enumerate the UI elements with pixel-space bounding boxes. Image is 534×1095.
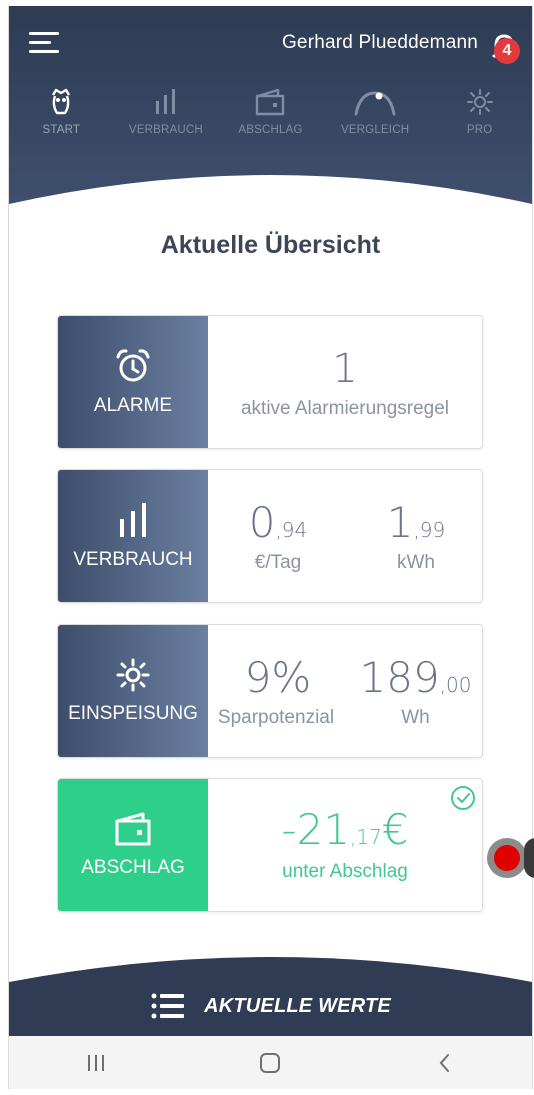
card-verbrauch-label: VERBRAUCH	[73, 549, 193, 570]
user-name[interactable]: Gerhard Plueddemann	[282, 32, 478, 54]
savings-percent: 9%	[244, 653, 312, 702]
back-chevron-icon	[439, 1053, 449, 1072]
card-einspeisung-body: 9% Sparpotenzial 189,00 Wh	[208, 625, 482, 757]
card-verbrauch[interactable]: VERBRAUCH 0,94 €/Tag 1,99 kWh	[57, 469, 483, 603]
current-values-label: AKTUELLE WERTE	[204, 994, 391, 1017]
nav-start[interactable]: START	[9, 84, 114, 150]
screen-record-indicator[interactable]	[487, 838, 527, 878]
energy-unit: kWh	[397, 552, 435, 573]
energy-value: 1,99	[366, 498, 466, 547]
nav-pro-label: PRO	[466, 124, 493, 136]
wallet-icon	[115, 812, 151, 846]
sun-icon	[116, 658, 150, 692]
notification-badge: 4	[494, 38, 520, 64]
nav-abschlag[interactable]: ABSCHLAG	[218, 84, 323, 150]
alarm-count: 1	[332, 346, 358, 392]
nav-verbrauch-label: VERBRAUCH	[128, 124, 203, 136]
nav-vergleich-label: VERGLEICH	[340, 124, 410, 136]
sun-icon	[466, 84, 494, 120]
recent-apps-icon	[88, 1054, 105, 1071]
nav-pro[interactable]: PRO	[427, 84, 532, 150]
cost-per-day: 0,94	[228, 498, 328, 547]
wallet-icon	[254, 84, 286, 120]
abschlag-dec: ,17	[350, 825, 382, 849]
card-alarme[interactable]: ALARME 1 aktive Alarmierungsregel	[57, 315, 483, 449]
abschlag-currency: €	[381, 805, 409, 854]
main-nav: START VERBRAUCH ABSCHLAG VERGLEICH PRO	[9, 84, 532, 150]
nav-verbrauch[interactable]: VERBRAUCH	[114, 84, 219, 150]
system-navigation-bar	[9, 1036, 532, 1089]
feed-in-unit: Wh	[401, 707, 430, 728]
card-verbrauch-side: VERBRAUCH	[58, 470, 208, 602]
home-button[interactable]	[183, 1036, 357, 1089]
cost-dec: ,94	[275, 518, 308, 542]
card-abschlag-label: ABSCHLAG	[81, 857, 185, 878]
house-owl-icon	[48, 84, 74, 120]
card-einspeisung-side: EINSPEISUNG	[58, 625, 208, 757]
nav-start-label: START	[42, 124, 81, 136]
home-icon	[260, 1052, 281, 1073]
abschlag-value: -21,17€	[208, 805, 482, 854]
card-alarme-body: 1 aktive Alarmierungsregel	[208, 316, 482, 448]
nav-vergleich[interactable]: VERGLEICH	[323, 84, 428, 150]
alarm-clock-icon	[116, 349, 150, 382]
card-alarme-label: ALARME	[93, 395, 173, 416]
card-einspeisung[interactable]: EINSPEISUNG 9% Sparpotenzial 189,00 Wh	[57, 624, 483, 758]
card-abschlag[interactable]: ABSCHLAG -21,17€ unter Abschlag	[57, 778, 483, 912]
hamburger-menu-button[interactable]	[29, 32, 61, 56]
feed-in-dec: ,00	[439, 673, 472, 697]
abschlag-caption: unter Abschlag	[282, 861, 408, 882]
gauge-icon	[352, 84, 398, 120]
page-title: Aktuelle Übersicht	[160, 231, 381, 259]
cost-unit: €/Tag	[254, 552, 302, 573]
current-values-button[interactable]: AKTUELLE WERTE	[9, 991, 532, 1021]
notifications-button[interactable]: 4	[484, 26, 524, 66]
list-icon	[151, 993, 185, 1019]
nav-abschlag-label: ABSCHLAG	[238, 124, 303, 136]
app-header: Gerhard Plueddemann 4 START VERBRAUCH AB…	[9, 6, 532, 216]
screen-record-handle[interactable]	[524, 838, 534, 878]
card-alarme-side: ALARME	[58, 316, 208, 448]
feed-in-value: 189,00	[348, 653, 482, 702]
back-button[interactable]	[358, 1036, 532, 1089]
recent-apps-button[interactable]	[9, 1036, 183, 1089]
cost-int: 0	[248, 498, 276, 547]
card-abschlag-body: -21,17€ unter Abschlag	[208, 779, 482, 911]
card-einspeisung-label: EINSPEISUNG	[68, 703, 198, 724]
card-abschlag-side: ABSCHLAG	[58, 779, 208, 911]
feed-in-int: 189	[359, 653, 440, 702]
savings-caption: Sparpotenzial	[217, 707, 335, 728]
bars-icon	[120, 503, 146, 537]
energy-int: 1	[386, 498, 414, 547]
abschlag-int: -21	[281, 805, 351, 854]
card-verbrauch-body: 0,94 €/Tag 1,99 kWh	[208, 470, 482, 602]
bars-icon	[151, 84, 181, 120]
alarm-caption: aktive Alarmierungsregel	[240, 398, 450, 419]
energy-dec: ,99	[413, 518, 446, 542]
app-frame: Gerhard Plueddemann 4 START VERBRAUCH AB…	[8, 6, 533, 1089]
